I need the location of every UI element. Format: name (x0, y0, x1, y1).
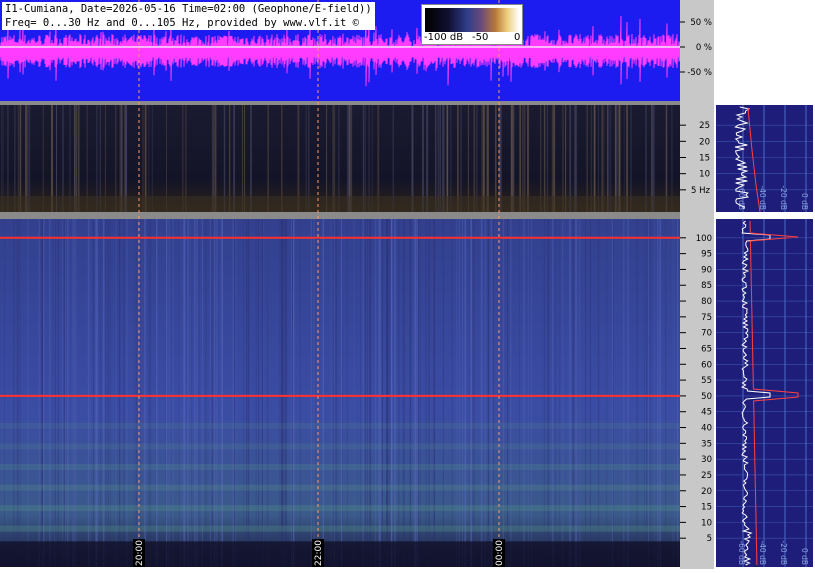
high-freq-tick-label: 70 (701, 329, 712, 339)
colorbar-label-max: 0 (514, 32, 521, 43)
high-freq-tick-label: 50 (701, 392, 712, 402)
low-freq-tick-label: 20 (699, 137, 710, 147)
spectrogram-high-background (0, 219, 680, 567)
profile-db-label-low: 0 dB (800, 193, 809, 210)
high-freq-tick-label: 85 (701, 281, 712, 291)
profile-db-label-low: -20 dB (779, 185, 788, 210)
high-freq-tick-label: 35 (701, 439, 712, 449)
waveform-tick-label: -50 % (687, 68, 712, 78)
spectrogram-low-noise-floor (0, 196, 680, 212)
waveform-tick-label: 0 % (696, 43, 712, 53)
high-freq-tick-label: 80 (701, 297, 712, 307)
high-freq-tick-label: 10 (701, 518, 712, 528)
time-label: 00:00 (495, 540, 505, 566)
high-freq-tick-label: 60 (701, 360, 712, 370)
profile-db-label: -40 dB (758, 540, 767, 565)
station-header: I1-Cumiana, Date=2026-05-16 Time=02:00 (… (2, 2, 375, 30)
low-freq-tick-label: 25 (699, 121, 710, 131)
header-line-1: I1-Cumiana, Date=2026-05-16 Time=02:00 (… (5, 3, 372, 15)
high-freq-tick-label: 45 (701, 408, 712, 418)
waveform-tick-label: 50 % (690, 18, 712, 28)
spectrogram-high-floor (0, 541, 680, 567)
panel-separator (0, 212, 680, 219)
harmonic-band (0, 464, 680, 471)
colorbar-label-min: -100 dB (424, 32, 464, 43)
harmonic-band (0, 484, 680, 491)
harmonic-band (0, 443, 680, 450)
colorbar-legend: -100 dB -50 0 (421, 4, 523, 45)
colorbar-label-mid: -50 (472, 32, 489, 43)
panel-separator (0, 101, 680, 105)
time-label: 22:00 (314, 540, 324, 566)
time-label: 20:00 (135, 540, 145, 566)
profile-db-label: 0 dB (800, 548, 809, 565)
high-freq-tick-label: 95 (701, 250, 712, 260)
spectrum-profile-panel: -60 dB -40 dB -20 dB 0 dB-60 dB -40 dB -20 dB… (716, 0, 813, 569)
high-freq-tick-label: 65 (701, 344, 712, 354)
spectrogram-low-panel (0, 105, 680, 219)
frequency-axis: 50 % 0 % -50 % 25 20 15 10 5 Hz 100 95 90 85 80 75 70 6… (680, 0, 714, 569)
high-freq-tick-label: 55 (701, 376, 712, 386)
harmonic-band (0, 505, 680, 512)
colorbar-gradient (425, 8, 519, 32)
high-freq-tick-label: 15 (701, 503, 712, 513)
high-freq-tick-label: 75 (701, 313, 712, 323)
low-freq-tick-label: 10 (699, 170, 710, 180)
harmonic-band (0, 525, 680, 532)
high-freq-tick-label: 25 (701, 471, 712, 481)
spectrogram-low-background (0, 105, 680, 212)
header-line-2: Freq= 0...30 Hz and 0...105 Hz, provided… (5, 17, 360, 29)
high-freq-tick-label: 30 (701, 455, 712, 465)
low-freq-tick-label: 15 (699, 154, 710, 164)
high-freq-tick-label: 100 (696, 234, 712, 244)
vlf-monitor-view: 20:00 22:00 00:00 50 % 0 % -50 % 25 20 15 10 5 Hz… (0, 0, 815, 569)
high-freq-tick-label: 5 (707, 534, 712, 544)
low-freq-tick-label: 5 Hz (691, 186, 711, 196)
profile-db-label: -20 dB (779, 540, 788, 565)
high-freq-tick-label: 90 (701, 265, 712, 275)
harmonic-band (0, 422, 680, 429)
spectrogram-high-panel (0, 219, 680, 567)
spectrogram-chart: 20:00 22:00 00:00 50 % 0 % -50 % 25 20 15 10 5 Hz… (0, 0, 813, 569)
high-freq-tick-label: 20 (701, 487, 712, 497)
high-freq-tick-label: 40 (701, 424, 712, 434)
